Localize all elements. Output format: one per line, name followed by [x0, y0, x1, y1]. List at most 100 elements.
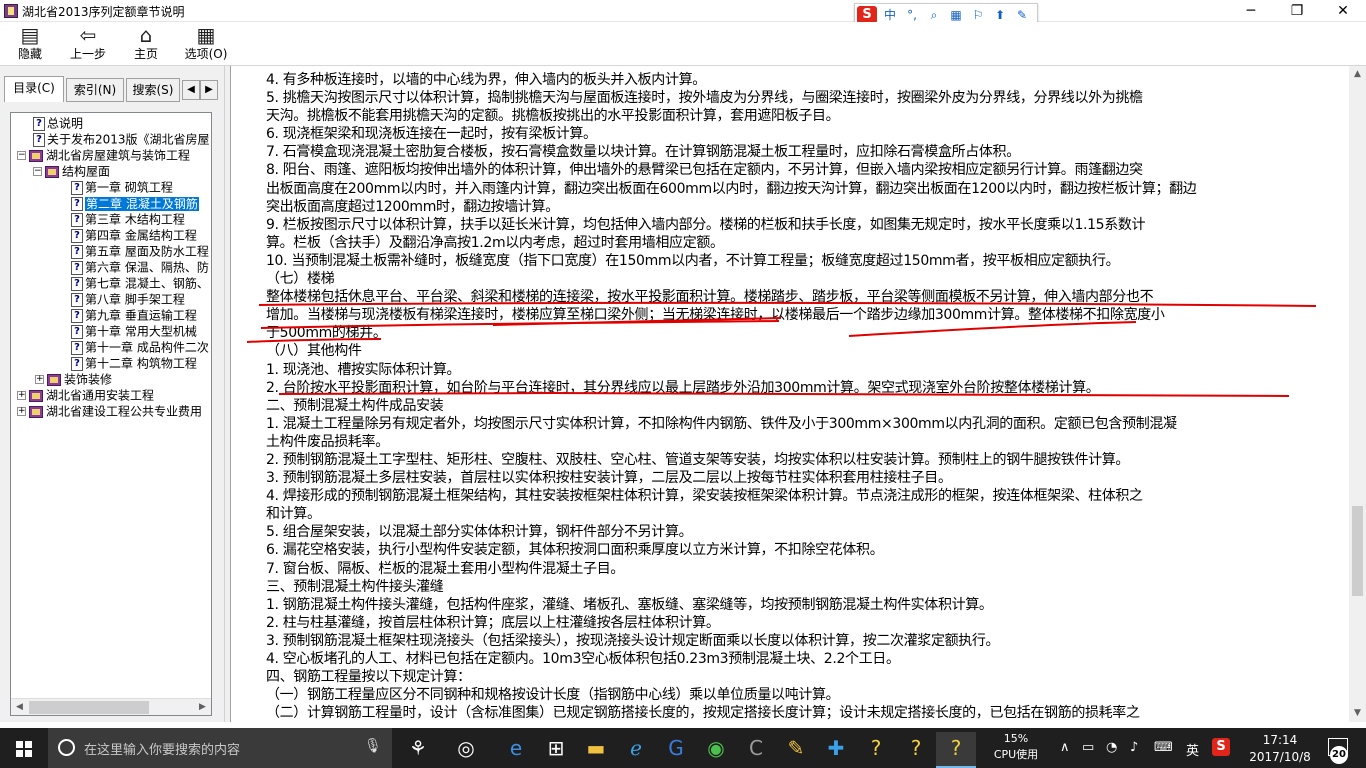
start-button[interactable]	[0, 728, 48, 768]
network-icon[interactable]: ◔	[1106, 740, 1117, 755]
topic-line: 6. 现浇框架梁和现浇板连接在一起时，按有梁板计算。	[266, 126, 597, 143]
scroll-down-icon[interactable]: ▼	[1349, 705, 1366, 722]
battery-icon[interactable]: ▭	[1082, 740, 1094, 755]
app-spiral-icon[interactable]: ◎	[446, 732, 486, 768]
tree-item[interactable]: − 湖北省房屋建筑与装饰工程	[17, 147, 190, 163]
tree-item-label: 第十章 常用大型机械	[85, 324, 197, 339]
expand-icon[interactable]: +	[17, 391, 26, 400]
help-page-icon: ?	[71, 356, 83, 371]
tree-item[interactable]: ? 第十二章 构筑物工程	[71, 355, 197, 371]
home-button[interactable]: ⌂ 主页	[116, 24, 176, 64]
tree-item[interactable]: ? 第八章 脚手架工程	[71, 291, 185, 307]
clock-date[interactable]: 2017/10/8	[1240, 750, 1320, 764]
clock-time[interactable]: 17:14	[1240, 733, 1320, 747]
desktop: 湖北省2013序列定额章节说明 ─ ❐ ✕ S 中 °, ⌕ ▦ ⚐ ⬆ ✎ ▤…	[0, 0, 1366, 768]
app-c-icon[interactable]: C	[736, 732, 776, 768]
minimize-button[interactable]: ─	[1228, 0, 1274, 22]
tab-scroll-right-icon[interactable]: ▶	[200, 80, 218, 100]
tree-item[interactable]: ? 第三章 木结构工程	[71, 211, 185, 227]
tree-item[interactable]: ? 第十一章 成品构件二次	[71, 339, 209, 355]
scroll-right-icon[interactable]: ▶	[194, 699, 211, 715]
notes-app-icon[interactable]: ✎	[776, 732, 816, 768]
app-icon	[4, 4, 18, 18]
topic-line: 1. 钢筋混凝土构件接头灌缝，包括构件座浆，灌缝、堵板孔、塞板缝、塞梁缝等，均按…	[266, 596, 993, 613]
internet-explorer-icon[interactable]: ℯ	[616, 732, 656, 768]
tree-item[interactable]: ? 关于发布2013版《湖北省房屋	[33, 131, 210, 147]
sogou-tray-icon[interactable]: S	[1212, 738, 1230, 756]
scroll-left-icon[interactable]: ◀	[11, 699, 28, 715]
tree-item[interactable]: ? 总说明	[33, 115, 83, 131]
tree-item[interactable]: ? 第二章 混凝土及钢筋	[71, 195, 199, 211]
tree-item[interactable]: ? 第五章 屋面及防水工程	[71, 243, 209, 259]
tree-item[interactable]: ? 第十章 常用大型机械	[71, 323, 197, 339]
taskbar: 在这里输入你要搜索的内容 🎙 ⚘ ◎ e ⊞ ▬ ℯ G ◉ C ✎ ✚ ? ?…	[0, 728, 1366, 768]
expand-icon[interactable]: +	[17, 407, 26, 416]
book-icon	[29, 405, 43, 418]
tree-item-label: 第一章 砌筑工程	[85, 180, 173, 195]
help-page-icon: ?	[71, 308, 83, 323]
tree-item-label: 第八章 脚手架工程	[85, 292, 185, 307]
topic-line: 6. 漏花空格安装，执行小型构件安装定额，其体积按洞口面积乘厚度以立方米计算，不…	[266, 542, 884, 559]
tab-index[interactable]: 索引(N)	[66, 78, 124, 102]
task-view-icon[interactable]: ⚘	[398, 732, 438, 768]
help-page-icon: ?	[71, 212, 83, 227]
tree-item[interactable]: ? 第六章 保温、隔热、防	[71, 259, 209, 275]
collapse-icon[interactable]: −	[17, 151, 26, 160]
cpu-label: CPU使用	[993, 748, 1039, 761]
tree-item[interactable]: + 湖北省建设工程公共专业费用	[17, 403, 202, 419]
hide-pane-icon: ▤	[20, 23, 40, 47]
tree-horizontal-scrollbar[interactable]: ◀ ▶	[11, 698, 211, 715]
close-button[interactable]: ✕	[1320, 0, 1366, 22]
tree-item[interactable]: + 湖北省通用安装工程	[17, 387, 154, 403]
app-green-icon[interactable]: ◉	[696, 732, 736, 768]
content-vertical-scrollbar[interactable]: ▲ ▼	[1349, 66, 1366, 722]
scroll-thumb[interactable]	[29, 701, 149, 714]
help-file-2-icon[interactable]: ?	[896, 732, 936, 768]
hide-button[interactable]: ▤ 隐藏	[0, 24, 60, 64]
tree-item-label: 第二章 混凝土及钢筋	[85, 196, 199, 211]
topic-line: 5. 挑檐天沟按图示尺寸以体积计算，捣制挑檐天沟与屋面板连接时，按外墙皮为分界线…	[266, 90, 1143, 107]
restore-button[interactable]: ❐	[1274, 0, 1320, 22]
show-hidden-icons-icon[interactable]: ∧	[1060, 740, 1070, 755]
tree-item[interactable]: − 结构屋面	[33, 163, 110, 179]
topic-line: 9. 栏板按图示尺寸以体积计算，扶手以延长米计算，均包括伸入墙内部分。楼梯的栏板…	[266, 216, 1146, 233]
tree-item-label: 第九章 垂直运输工程	[85, 308, 197, 323]
tree-item[interactable]: ? 第九章 垂直运输工程	[71, 307, 197, 323]
back-button[interactable]: ⇦ 上一步	[58, 24, 118, 64]
help-file-icon[interactable]: ?	[856, 732, 896, 768]
vertical-scroll-thumb[interactable]	[1352, 506, 1363, 596]
tab-contents[interactable]: 目录(C)	[4, 76, 64, 102]
app-blue-plus-icon[interactable]: ✚	[816, 732, 856, 768]
volume-icon[interactable]: ♪	[1130, 740, 1138, 755]
store-icon[interactable]: ⊞	[536, 732, 576, 768]
tree-item-label: 装饰装修	[64, 372, 113, 387]
tree-item-label: 第十二章 构筑物工程	[85, 356, 197, 371]
topic-line: 4. 焊接形成的预制钢筋混凝土框架结构，其柱安装按框架柱体积计算，梁安装按框架梁…	[266, 488, 1143, 505]
file-explorer-icon[interactable]: ▬	[576, 732, 616, 768]
tree-item-label: 第六章 保温、隔热、防	[85, 260, 209, 275]
app-g-icon[interactable]: G	[656, 732, 696, 768]
tree-item[interactable]: + 装饰装修	[35, 371, 112, 387]
help-page-icon: ?	[71, 324, 83, 339]
help-page-icon: ?	[71, 180, 83, 195]
scroll-up-icon[interactable]: ▲	[1349, 66, 1366, 83]
tree-item-label: 第十一章 成品构件二次	[85, 340, 209, 355]
touch-keyboard-icon[interactable]: ⌨	[1154, 740, 1173, 755]
options-button[interactable]: ▦ 选项(O)	[176, 24, 236, 64]
tab-scroll-left-icon[interactable]: ◀	[182, 80, 200, 100]
help-page-icon: ?	[71, 244, 83, 259]
input-language[interactable]: 英	[1186, 740, 1199, 759]
contents-tree[interactable]: + 湖北省建设工程公共专业费用 + 湖北省通用安装工程 + 装饰装修? 第十二章 构筑物工程…	[10, 112, 212, 716]
taskbar-search-box[interactable]: 在这里输入你要搜索的内容 🎙	[48, 728, 392, 768]
tree-item[interactable]: ? 第四章 金属结构工程	[71, 227, 197, 243]
edge-browser-icon[interactable]: e	[496, 732, 536, 768]
help-file-active-icon[interactable]: ?	[936, 732, 976, 768]
tree-item[interactable]: ? 第七章 混凝土、钢筋、	[71, 275, 209, 291]
microphone-icon[interactable]: 🎙	[364, 738, 382, 758]
topic-line: 出板面高度在200mm以内时，并入雨篷内计算，翻边突出板面在600mm以内时，翻…	[266, 180, 1197, 197]
tree-item[interactable]: ? 第一章 砌筑工程	[71, 179, 173, 195]
tab-search[interactable]: 搜索(S)	[126, 78, 180, 102]
collapse-icon[interactable]: −	[33, 167, 42, 176]
topic-line: 2. 预制钢筋混凝土工字型柱、矩形柱、空腹柱、双肢柱、空心柱、管道支架等安装，均…	[266, 451, 1130, 468]
expand-icon[interactable]: +	[35, 375, 44, 384]
